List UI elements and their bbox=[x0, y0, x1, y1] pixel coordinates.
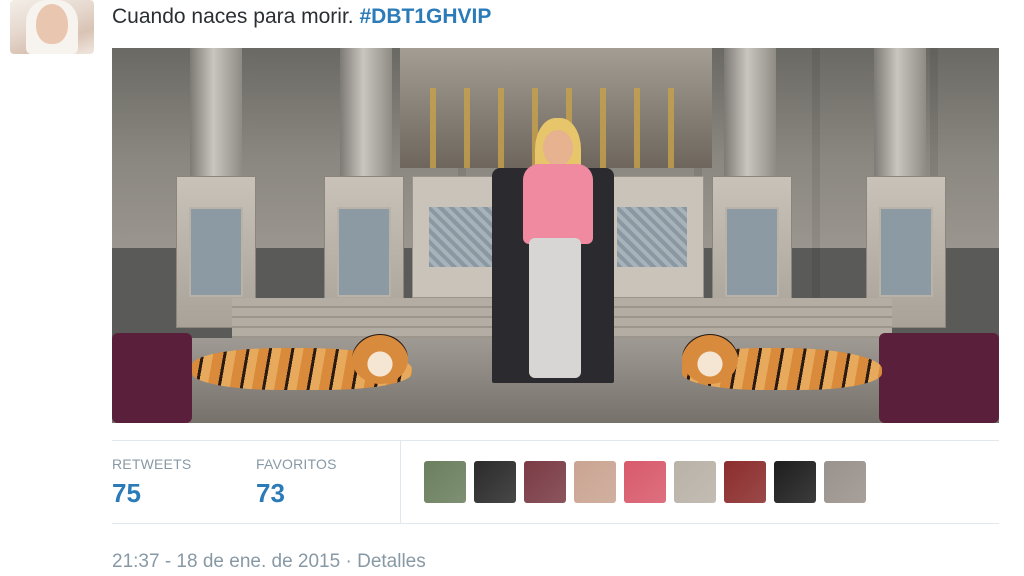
details-link[interactable]: Detalles bbox=[357, 551, 426, 572]
media-woman bbox=[507, 118, 617, 388]
favoriter-avatar[interactable] bbox=[674, 461, 716, 503]
favorites-stat[interactable]: FAVORITOS 73 bbox=[256, 456, 337, 509]
stats-divider-top bbox=[112, 440, 999, 441]
favoriter-avatar[interactable] bbox=[424, 461, 466, 503]
favoriter-avatar[interactable] bbox=[524, 461, 566, 503]
media-column bbox=[874, 48, 926, 178]
media-bench bbox=[112, 333, 192, 423]
favoriter-avatar[interactable] bbox=[724, 461, 766, 503]
favoriter-avatar[interactable] bbox=[624, 461, 666, 503]
timestamp[interactable]: 21:37 - 18 de ene. de 2015 bbox=[112, 551, 340, 572]
favoriter-avatar[interactable] bbox=[474, 461, 516, 503]
favoriter-avatar[interactable] bbox=[824, 461, 866, 503]
media-column bbox=[190, 48, 242, 178]
favorites-count: 73 bbox=[256, 478, 285, 508]
meta-separator: · bbox=[345, 551, 352, 572]
favoriter-avatar[interactable] bbox=[574, 461, 616, 503]
favorited-by-avatars bbox=[424, 461, 866, 505]
tweet-body: Cuando naces para morir. bbox=[112, 5, 354, 28]
retweets-count: 75 bbox=[112, 478, 141, 508]
retweets-stat[interactable]: RETWEETS 75 bbox=[112, 456, 191, 509]
hashtag-link[interactable]: #DBT1GHVIP bbox=[359, 5, 491, 28]
retweets-label: RETWEETS bbox=[112, 456, 192, 472]
stats-divider-vertical bbox=[400, 440, 401, 523]
stats-divider-bottom bbox=[112, 523, 999, 524]
media-tiger-right bbox=[682, 334, 882, 390]
author-avatar[interactable] bbox=[10, 0, 94, 54]
avatar-face-shape bbox=[36, 4, 68, 44]
media-tiger-left bbox=[192, 334, 412, 390]
tweet-media-image[interactable] bbox=[112, 48, 999, 423]
tweet-text: Cuando naces para morir. #DBT1GHVIP bbox=[112, 4, 491, 30]
media-bench bbox=[879, 333, 999, 423]
media-column bbox=[724, 48, 776, 178]
favorites-label: FAVORITOS bbox=[256, 456, 337, 472]
favoriter-avatar[interactable] bbox=[774, 461, 816, 503]
media-column bbox=[340, 48, 392, 178]
tweet-meta: 21:37 - 18 de ene. de 2015 · Detalles bbox=[112, 551, 426, 573]
